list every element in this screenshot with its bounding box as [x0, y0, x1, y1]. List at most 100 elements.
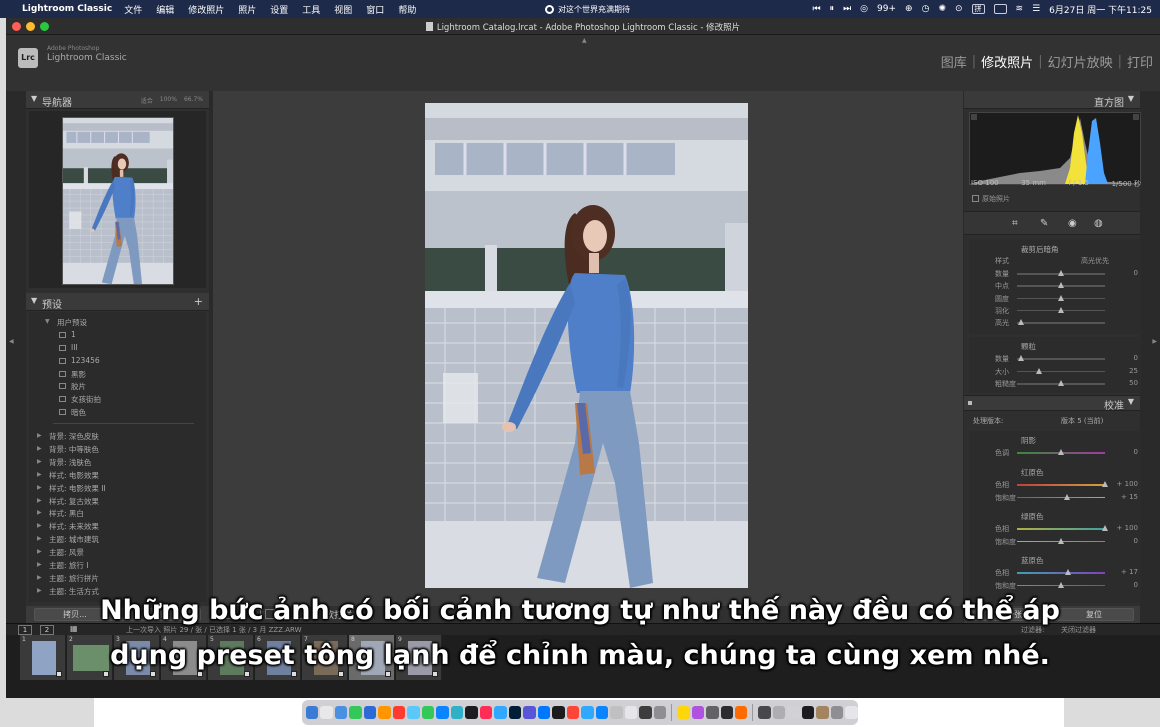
dock-app-icon[interactable]: [610, 706, 623, 719]
dock-app-icon[interactable]: [306, 706, 319, 719]
slider-knob[interactable]: [1058, 581, 1064, 588]
dock-app-icon[interactable]: [494, 706, 507, 719]
dock-app-icon[interactable]: [479, 706, 493, 719]
zoom-fit[interactable]: 适合: [141, 96, 153, 105]
slider-value[interactable]: 50: [1129, 379, 1138, 387]
slider-track[interactable]: [1017, 496, 1105, 498]
dock-app-icon[interactable]: [581, 706, 594, 719]
preset-item[interactable]: 123456: [29, 355, 206, 368]
main-photo[interactable]: [425, 103, 748, 588]
dock-app-icon[interactable]: [334, 706, 348, 719]
menu-photo[interactable]: 照片: [238, 3, 256, 16]
slider-knob[interactable]: [1018, 355, 1025, 361]
preset-group[interactable]: ▶ 样式: 电影效果 II: [29, 482, 206, 495]
preset-group[interactable]: ▶ 背景: 深色皮肤: [29, 430, 206, 443]
histogram[interactable]: [969, 112, 1141, 185]
preset-group[interactable]: ▶ 主题: 旅行拼片: [29, 572, 206, 585]
input-method-icon[interactable]: 拼: [971, 4, 985, 14]
dock-app-icon[interactable]: [735, 706, 748, 719]
slider-value[interactable]: + 17: [1121, 568, 1138, 576]
slider-row[interactable]: 数量 0: [969, 353, 1141, 365]
slider-row[interactable]: 高光: [969, 317, 1141, 329]
menu-app-name[interactable]: Lightroom Classic: [22, 4, 112, 14]
slider-row[interactable]: 数量 0: [969, 268, 1141, 280]
process-version-select[interactable]: 版本 5 (当前): [1061, 416, 1103, 426]
navigator-thumbnail[interactable]: [62, 117, 174, 285]
dock-app-icon[interactable]: [392, 706, 406, 719]
preset-group[interactable]: ▶ 背景: 浅肤色: [29, 456, 206, 469]
slider-value[interactable]: + 100: [1117, 480, 1138, 488]
crop-icon[interactable]: ⌗: [1012, 218, 1018, 229]
process-version-row[interactable]: 处理版本: 版本 5 (当前): [969, 413, 1141, 429]
top-panel-toggle-icon[interactable]: ▲: [582, 37, 587, 44]
dock-app-icon[interactable]: [653, 706, 667, 719]
highlight-clipping-icon[interactable]: [1133, 114, 1139, 120]
dock-app-icon[interactable]: [363, 706, 377, 719]
presets-header[interactable]: ▼ 预设 +: [26, 293, 209, 311]
wifi-icon[interactable]: ≋: [1016, 4, 1024, 14]
module-print[interactable]: 打印: [1124, 52, 1156, 71]
panel-switch-icon[interactable]: [968, 401, 972, 405]
preset-group[interactable]: ▶ 主题: 旅行 I: [29, 559, 206, 572]
slider-knob[interactable]: [1102, 481, 1108, 487]
slider-track[interactable]: [1017, 484, 1105, 486]
slider-value[interactable]: 0: [1134, 269, 1138, 277]
slider-track[interactable]: [1017, 370, 1105, 372]
dock-app-icon[interactable]: [523, 706, 536, 719]
notification-count[interactable]: 99+: [877, 4, 896, 14]
wechat-icon[interactable]: ◎: [860, 4, 868, 14]
preset-group[interactable]: ▶ 背景: 中等肤色: [29, 443, 206, 456]
shadow-clipping-icon[interactable]: [971, 114, 977, 120]
vignette-style-select[interactable]: 高光优先: [1081, 256, 1109, 266]
dock-app-icon[interactable]: [508, 706, 522, 719]
dock-app-icon[interactable]: [624, 706, 638, 719]
slider-row[interactable]: 色相 + 100: [969, 523, 1141, 535]
mask-icon[interactable]: ◍: [1094, 218, 1103, 229]
slider-row[interactable]: 色相 + 17: [969, 567, 1141, 579]
module-develop[interactable]: 修改照片: [978, 52, 1036, 71]
slider-knob[interactable]: [1018, 319, 1025, 326]
preset-group[interactable]: ▶ 样式: 电影效果: [29, 469, 206, 482]
slider-row[interactable]: 大小 25: [969, 366, 1141, 378]
preset-group[interactable]: ▶ 样式: 复古效果: [29, 495, 206, 508]
dock-app-icon[interactable]: [465, 706, 478, 719]
slider-knob[interactable]: [1058, 306, 1064, 313]
slider-knob[interactable]: [1058, 380, 1064, 386]
dock-app-icon[interactable]: [595, 706, 609, 719]
dock-app-icon[interactable]: [845, 706, 858, 719]
module-library[interactable]: 图库: [938, 52, 970, 71]
menu-clock[interactable]: 6月27日 周一 下午11:25: [1049, 3, 1152, 16]
collapse-icon[interactable]: ▼: [31, 296, 37, 305]
control-center-icon[interactable]: ☰: [1032, 4, 1040, 14]
vignette-style-row[interactable]: 样式 高光优先: [969, 255, 1141, 267]
slider-knob[interactable]: [1058, 282, 1064, 289]
dock-app-icon[interactable]: [450, 706, 464, 719]
slider-knob[interactable]: [1058, 270, 1064, 276]
slider-value[interactable]: 0: [1134, 537, 1138, 545]
clock-icon[interactable]: ◷: [922, 4, 930, 14]
healing-icon[interactable]: ✎: [1040, 218, 1048, 229]
slider-value[interactable]: + 15: [1121, 493, 1138, 501]
stop-icon[interactable]: ⊙: [955, 4, 963, 14]
preset-item[interactable]: 女孩街拍: [29, 393, 206, 406]
calibration-header[interactable]: 校准 ▼: [964, 395, 1140, 412]
collapse-icon[interactable]: ▼: [31, 94, 37, 103]
shadows-tint-slider[interactable]: 色调 0: [969, 447, 1141, 459]
navigator-preview[interactable]: [29, 111, 206, 288]
menu-tools[interactable]: 工具: [302, 3, 320, 16]
slider-knob[interactable]: [1058, 449, 1064, 455]
dock-app-icon[interactable]: [758, 706, 771, 719]
forward-icon[interactable]: ⏭: [843, 4, 851, 14]
red-eye-icon[interactable]: ◉: [1068, 218, 1077, 229]
preset-item[interactable]: 暗色: [29, 406, 206, 419]
slider-knob[interactable]: [1102, 525, 1108, 531]
preset-item[interactable]: 1: [29, 329, 206, 342]
sun-icon[interactable]: ✺: [938, 4, 946, 14]
tray-icon[interactable]: ⊕: [905, 4, 913, 14]
dock-app-icon[interactable]: [691, 706, 705, 719]
dock-app-icon[interactable]: [537, 706, 551, 719]
slider-knob[interactable]: [1036, 367, 1042, 374]
preset-item[interactable]: III: [29, 342, 206, 355]
slider-row[interactable]: 圆度: [969, 293, 1141, 305]
slider-row[interactable]: 粗糙度 50: [969, 378, 1141, 390]
